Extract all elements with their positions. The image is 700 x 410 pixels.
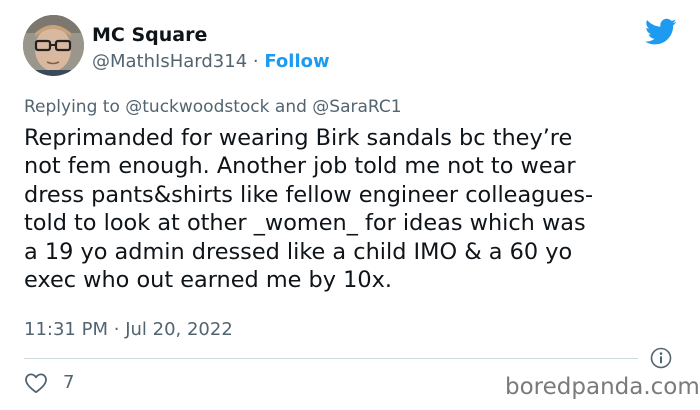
tweet-time[interactable]: 11:31 PM xyxy=(24,319,108,340)
replying-to-and: and xyxy=(274,97,307,117)
divider xyxy=(24,358,638,359)
timestamp[interactable]: 11:31 PM · Jul 20, 2022 xyxy=(24,319,233,341)
user-handle[interactable]: @MathIsHard314 xyxy=(92,51,247,72)
info-icon[interactable] xyxy=(650,347,672,369)
twitter-bird-icon[interactable] xyxy=(645,18,677,46)
handle-row: @MathIsHard314 · Follow xyxy=(92,51,330,73)
handle-separator: · xyxy=(252,51,259,72)
replying-to-prefix: Replying to xyxy=(24,97,120,117)
heart-icon[interactable] xyxy=(24,372,48,394)
timestamp-separator: · xyxy=(113,319,120,340)
like-count: 7 xyxy=(63,372,75,393)
watermark: boredpanda.com xyxy=(505,374,700,400)
display-name[interactable]: MC Square xyxy=(92,23,207,47)
tweet-date[interactable]: Jul 20, 2022 xyxy=(125,319,233,340)
follow-button[interactable]: Follow xyxy=(264,51,329,72)
mention-link[interactable]: @tuckwoodstock xyxy=(125,97,269,117)
mention-link[interactable]: @SaraRC1 xyxy=(312,97,401,117)
tweet-text: Reprimanded for wearing Birk sandals bc … xyxy=(24,125,594,294)
avatar[interactable] xyxy=(23,15,84,76)
replying-to-line: Replying to @tuckwoodstock and @SaraRC1 xyxy=(24,96,402,118)
